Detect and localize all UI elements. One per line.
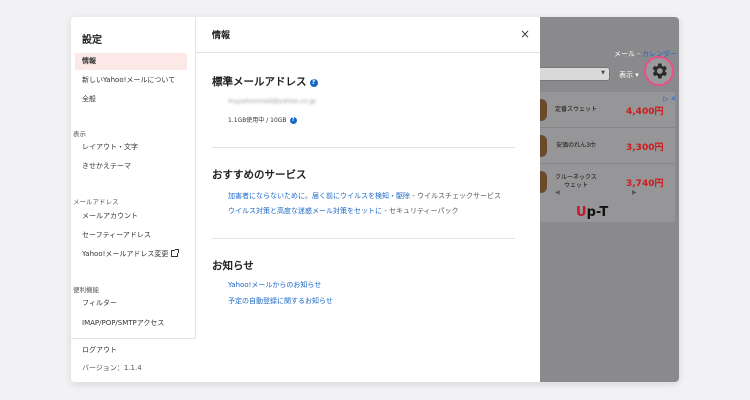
chevron-down-icon: ▼ [601, 70, 605, 76]
news-link-mail[interactable]: Yahoo!メールからのお知らせ [228, 280, 321, 290]
virus-check-link[interactable]: 加害者にならないために。届く前にウイルスを検知・駆除 [228, 192, 410, 200]
sidebar-item-about-new-mail[interactable]: 新しいYahoo!メールについて [75, 72, 187, 89]
ad-prev-button[interactable]: ◀ [555, 189, 560, 196]
sidebar-item-mail-account[interactable]: メールアカウント [75, 208, 187, 225]
settings-gear-button[interactable] [644, 56, 674, 86]
sidebar-item-layout[interactable]: レイアウト・文字 [75, 139, 187, 156]
close-icon[interactable]: × [520, 27, 530, 41]
display-menu[interactable]: 表示 ▾ [619, 70, 639, 80]
ad-banner[interactable]: 定番スウェット 4,400円 安価のれん3巾 3,300円 クルーネックス ウェ… [540, 92, 675, 222]
std-address-heading: 標準メールアドレス? [212, 74, 318, 89]
gear-icon [652, 63, 667, 79]
info-panel: 情報 × 標準メールアドレス? myyahoomail@yahoo.co.jp … [196, 17, 540, 382]
section-label-display: 表示 [73, 130, 86, 138]
service-virus-check: 加害者にならないために。届く前にウイルスを検知・駆除 - ウイルスチェックサービ… [228, 192, 501, 200]
help-icon[interactable]: ? [309, 79, 318, 87]
version-label: バージョン：1.1.4 [82, 364, 142, 372]
ad-item[interactable]: クルーネックス ウェット 3,740円 [540, 164, 675, 200]
news-link-auto-register[interactable]: 予定の自動登録に関するお知らせ [228, 296, 333, 306]
background-mail-app: メール - カレンダー ▼ 表示 ▾ 定番スウェット 4,400円 安価のれん3… [540, 17, 679, 382]
divider [212, 147, 515, 148]
ad-choices-icon[interactable]: ▷ ✕ [663, 95, 676, 103]
external-link-icon [171, 249, 180, 257]
ad-next-button[interactable]: ▶ [632, 189, 637, 196]
ad-product-image [540, 135, 547, 157]
section-label-convenience: 便利機能 [73, 286, 99, 294]
news-heading: お知らせ [212, 260, 254, 272]
ad-product-image [540, 99, 547, 121]
panel-header: 情報 × [196, 17, 540, 53]
sidebar-title: 設定 [82, 35, 102, 46]
sidebar-item-general[interactable]: 全般 [75, 91, 187, 108]
sidebar-item-imap[interactable]: IMAP/POP/SMTPアクセス [75, 315, 187, 332]
service-security-pack: ウイルス対策と高度な迷惑メール対策をセットに - セキュリティーパック [228, 207, 459, 215]
bg-header: メール - カレンダー [614, 50, 677, 58]
sidebar-item-change-address[interactable]: Yahoo!メールアドレス変更 [75, 246, 187, 263]
storage-usage: 1.1GB使用中 / 10GB? [228, 115, 297, 124]
security-pack-link[interactable]: ウイルス対策と高度な迷惑メール対策をセットに [228, 207, 382, 215]
page-title: 情報 [212, 31, 231, 41]
settings-dialog: メール - カレンダー ▼ 表示 ▾ 定番スウェット 4,400円 安価のれん3… [71, 17, 679, 382]
ad-item[interactable]: 安価のれん3巾 3,300円 [540, 128, 675, 164]
sidebar-footer: ログアウト バージョン：1.1.4 [71, 338, 196, 382]
sidebar-item-safety-address[interactable]: セーフティーアドレス [75, 227, 187, 244]
advertiser-logo: Up-T [576, 205, 609, 220]
mail-link[interactable]: メール [614, 50, 635, 58]
logout-link[interactable]: ログアウト [75, 342, 187, 359]
section-label-address: メールアドレス [73, 198, 119, 206]
mail-address-value: myyahoomail@yahoo.co.jp [228, 97, 316, 105]
bg-folder-select[interactable]: ▼ [540, 67, 610, 81]
help-icon[interactable]: ? [289, 117, 297, 124]
services-heading: おすすめのサービス [212, 169, 307, 181]
ad-product-image [540, 171, 547, 193]
settings-sidebar: 設定 情報 新しいYahoo!メールについて 全般 表示 レイアウト・文字 きせ… [71, 17, 196, 382]
sidebar-item-info[interactable]: 情報 [75, 53, 187, 70]
sidebar-item-filter[interactable]: フィルター [75, 295, 187, 312]
divider [212, 238, 515, 239]
ad-item[interactable]: 定番スウェット 4,400円 [540, 92, 675, 128]
sidebar-item-theme[interactable]: きせかえテーマ [75, 158, 187, 175]
